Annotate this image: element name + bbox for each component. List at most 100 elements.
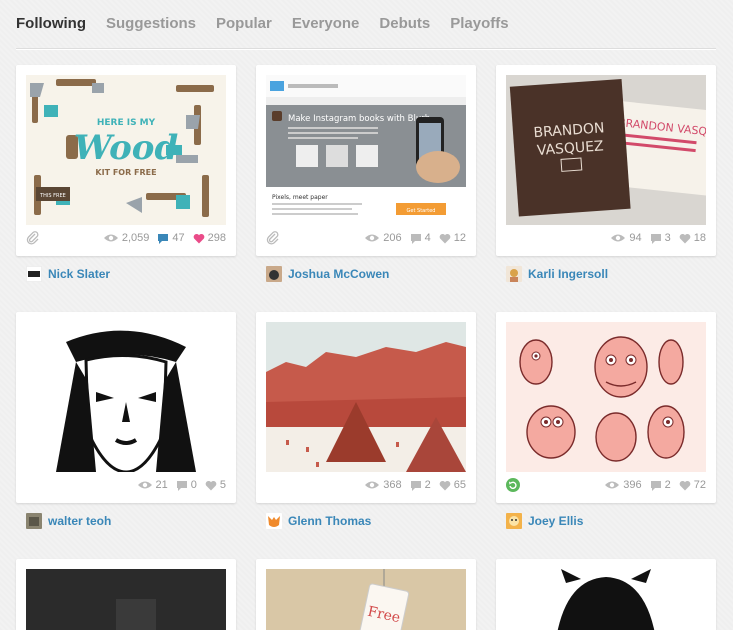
likes-count: 65 bbox=[453, 479, 466, 491]
eye-icon bbox=[611, 234, 626, 242]
likes-stat[interactable]: 72 bbox=[679, 478, 706, 492]
art-cta: Get Started bbox=[407, 208, 436, 214]
eye-icon bbox=[137, 481, 152, 489]
player-link[interactable]: walter teoh bbox=[26, 513, 111, 529]
tab-following[interactable]: Following bbox=[16, 15, 86, 32]
tabs-divider bbox=[16, 48, 716, 49]
comments-count: 2 bbox=[664, 479, 671, 491]
player-link[interactable]: Joshua McCowen bbox=[266, 266, 389, 282]
comments-stat[interactable]: 4 bbox=[410, 231, 431, 245]
shot-thumbnail[interactable] bbox=[26, 569, 226, 630]
shot-thumbnail[interactable] bbox=[506, 569, 706, 630]
tab-debuts[interactable]: Debuts bbox=[379, 15, 430, 32]
art-section: Pixels, meet paper bbox=[272, 194, 328, 201]
likes-stat[interactable]: 5 bbox=[205, 478, 226, 492]
player-link[interactable]: Karli Ingersoll bbox=[506, 266, 608, 282]
rebound-icon[interactable] bbox=[506, 478, 520, 497]
shot-thumbnail[interactable]: HERE IS MY Wood KIT FOR FREE THIS FREE bbox=[26, 75, 226, 225]
comments-stat[interactable]: 47 bbox=[157, 231, 185, 245]
comment-icon bbox=[650, 233, 661, 244]
likes-stat[interactable]: 12 bbox=[439, 231, 466, 245]
tab-popular[interactable]: Popular bbox=[216, 15, 272, 32]
comments-count: 3 bbox=[664, 232, 671, 244]
comments-count: 2 bbox=[424, 479, 431, 491]
eye-icon bbox=[605, 481, 620, 489]
shot-card: Make Instagram books with Blurb Pixels, … bbox=[256, 65, 476, 256]
player-link[interactable]: Glenn Thomas bbox=[266, 513, 371, 529]
shot-stats: 21 0 5 bbox=[129, 478, 226, 492]
player-name: Glenn Thomas bbox=[288, 514, 372, 528]
shot-stats: 206 4 12 bbox=[356, 231, 466, 245]
shot-thumbnail[interactable] bbox=[266, 322, 466, 472]
shot-thumbnail[interactable] bbox=[506, 322, 706, 472]
shot-card: Free bbox=[256, 559, 476, 630]
heart-icon bbox=[679, 233, 691, 243]
heart-icon bbox=[679, 480, 691, 490]
tab-everyone[interactable]: Everyone bbox=[292, 15, 360, 32]
player-link[interactable]: Joey Ellis bbox=[506, 513, 583, 529]
attachment-icon[interactable] bbox=[266, 231, 280, 250]
attachment-icon[interactable] bbox=[26, 231, 40, 250]
views-count: 2,059 bbox=[121, 232, 150, 244]
player-link[interactable]: Nick Slater bbox=[26, 266, 110, 282]
player-name: Joshua McCowen bbox=[288, 267, 390, 281]
views-stat: 21 bbox=[137, 478, 168, 492]
eye-icon bbox=[365, 234, 380, 242]
avatar bbox=[266, 266, 282, 282]
comments-stat[interactable]: 2 bbox=[650, 478, 671, 492]
shot-card: 368 2 65 bbox=[256, 312, 476, 503]
player-name: walter teoh bbox=[48, 514, 112, 528]
heart-icon bbox=[439, 233, 451, 243]
comments-stat[interactable]: 2 bbox=[410, 478, 431, 492]
shot-card bbox=[16, 559, 236, 630]
likes-stat[interactable]: 65 bbox=[439, 478, 466, 492]
views-stat: 2,059 bbox=[103, 231, 150, 245]
views-stat: 368 bbox=[364, 478, 402, 492]
comment-icon bbox=[650, 480, 661, 491]
shot-stats: 2,059 47 298 bbox=[95, 231, 226, 245]
comments-count: 4 bbox=[424, 232, 431, 244]
avatar bbox=[26, 513, 42, 529]
art-text-top: HERE IS MY bbox=[97, 118, 156, 128]
likes-count: 12 bbox=[453, 232, 466, 244]
art-text-main: Wood bbox=[74, 128, 179, 168]
heart-icon bbox=[193, 233, 204, 243]
comment-icon bbox=[410, 233, 421, 244]
shot-card: 396 2 72 bbox=[496, 312, 716, 503]
heart-icon bbox=[439, 480, 451, 490]
shot-card: HERE IS MY Wood KIT FOR FREE THIS FREE 2… bbox=[16, 65, 236, 256]
views-count: 396 bbox=[623, 479, 642, 491]
views-count: 21 bbox=[155, 479, 168, 491]
avatar bbox=[506, 513, 522, 529]
views-count: 206 bbox=[383, 232, 402, 244]
shot-thumbnail[interactable] bbox=[26, 322, 226, 472]
comments-stat[interactable]: 3 bbox=[650, 231, 671, 245]
shot-stats: 368 2 65 bbox=[356, 478, 466, 492]
player-name: Nick Slater bbox=[48, 267, 111, 281]
likes-count: 18 bbox=[693, 232, 706, 244]
eye-icon bbox=[103, 234, 118, 242]
shot-thumbnail[interactable]: Make Instagram books with Blurb Pixels, … bbox=[266, 75, 466, 225]
views-stat: 396 bbox=[604, 478, 642, 492]
likes-count: 298 bbox=[207, 232, 226, 244]
shot-stats: 94 3 18 bbox=[602, 231, 706, 245]
comment-icon bbox=[410, 480, 421, 491]
shot-stats: 396 2 72 bbox=[596, 478, 706, 492]
views-count: 94 bbox=[629, 232, 642, 244]
shot-card: BRANDON VASQUEZ BRANDON VASQUEZ 94 3 18 bbox=[496, 65, 716, 256]
shot-thumbnail[interactable]: Free bbox=[266, 569, 466, 630]
views-stat: 94 bbox=[610, 231, 642, 245]
likes-stat[interactable]: 18 bbox=[679, 231, 706, 245]
likes-count: 5 bbox=[219, 479, 226, 491]
comments-stat[interactable]: 0 bbox=[176, 478, 197, 492]
tab-playoffs[interactable]: Playoffs bbox=[450, 15, 508, 32]
shot-thumbnail[interactable]: BRANDON VASQUEZ BRANDON VASQUEZ bbox=[506, 75, 706, 225]
avatar bbox=[26, 266, 42, 282]
tab-suggestions[interactable]: Suggestions bbox=[106, 15, 196, 32]
eye-icon bbox=[365, 481, 380, 489]
views-stat: 206 bbox=[364, 231, 402, 245]
comments-count: 0 bbox=[190, 479, 197, 491]
player-name: Joey Ellis bbox=[528, 514, 584, 528]
views-count: 368 bbox=[383, 479, 402, 491]
likes-stat[interactable]: 298 bbox=[193, 231, 226, 245]
